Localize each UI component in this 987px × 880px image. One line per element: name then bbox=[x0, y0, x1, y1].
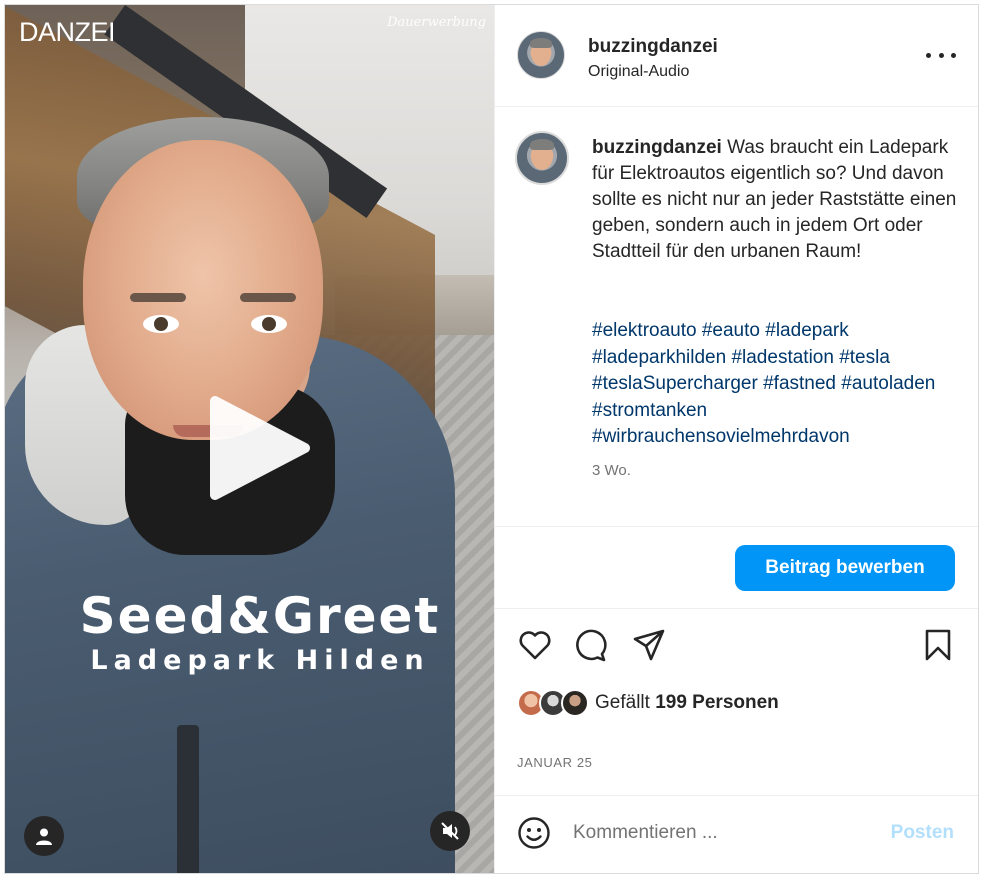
video-overlay-subtitle: Ladepark Hilden bbox=[90, 645, 430, 676]
muted-speaker-icon bbox=[441, 822, 459, 840]
user-tags-button[interactable] bbox=[24, 816, 64, 856]
hashtag-link[interactable]: #teslaSupercharger bbox=[592, 373, 758, 394]
likes-count[interactable]: 199 Personen bbox=[655, 692, 779, 713]
post-age: 3 Wo. bbox=[592, 462, 631, 479]
caption-text: buzzingdanzei Was braucht ein Ladepark f… bbox=[592, 135, 962, 265]
audio-label[interactable]: Original-Audio bbox=[588, 63, 689, 81]
ad-label: Dauerwerbung bbox=[387, 15, 486, 30]
post-video[interactable]: DANZEI Dauerwerbung Seed&Greet Ladepark … bbox=[5, 5, 494, 873]
caption-username[interactable]: buzzingdanzei bbox=[592, 137, 722, 158]
heart-icon[interactable] bbox=[517, 627, 553, 663]
hashtag-link[interactable]: #eauto bbox=[702, 320, 760, 341]
promote-section: Beitrag bewerben bbox=[495, 527, 978, 609]
comment-bar: Posten bbox=[495, 795, 978, 873]
user-tags-icon bbox=[36, 828, 52, 845]
instagram-post: DANZEI Dauerwerbung Seed&Greet Ladepark … bbox=[4, 4, 979, 874]
liker-avatars bbox=[517, 688, 593, 718]
comment-input[interactable] bbox=[573, 818, 863, 848]
avatar bbox=[561, 689, 589, 717]
hashtag-link[interactable]: #tesla bbox=[839, 347, 890, 368]
mute-button[interactable] bbox=[430, 811, 470, 851]
hashtag-link[interactable]: #autoladen bbox=[841, 373, 935, 394]
hashtag-link[interactable]: #elektroauto bbox=[592, 320, 697, 341]
author-username[interactable]: buzzingdanzei bbox=[588, 36, 718, 58]
comment-icon[interactable] bbox=[572, 627, 608, 663]
hashtag-link[interactable]: #ladepark bbox=[765, 320, 848, 341]
play-icon[interactable] bbox=[205, 393, 315, 503]
hashtag-link[interactable]: #ladeparkhilden bbox=[592, 347, 726, 368]
post-sidebar: buzzingdanzei Original-Audio buzzingdanz… bbox=[494, 5, 978, 873]
hashtag-link[interactable]: #fastned bbox=[763, 373, 836, 394]
caption-section: buzzingdanzei Was braucht ein Ladepark f… bbox=[495, 107, 978, 527]
brand-logo: DANZEI bbox=[19, 17, 116, 47]
share-icon[interactable] bbox=[631, 627, 667, 663]
emoji-icon[interactable] bbox=[517, 816, 551, 850]
post-date: JANUAR 25 bbox=[517, 755, 593, 770]
hashtag-link[interactable]: #stromtanken bbox=[592, 400, 707, 421]
promote-post-button[interactable]: Beitrag bewerben bbox=[735, 545, 955, 591]
hashtag-link[interactable]: #wirbrauchensovielmehrdavon bbox=[592, 426, 850, 447]
author-avatar[interactable] bbox=[517, 31, 565, 79]
caption-avatar[interactable] bbox=[515, 131, 569, 185]
hashtag-list: #elektroauto #eauto #ladepark #ladeparkh… bbox=[592, 318, 962, 451]
more-options-icon[interactable] bbox=[926, 45, 956, 65]
video-overlay-title: Seed&Greet bbox=[79, 587, 441, 645]
post-comment-button[interactable]: Posten bbox=[891, 822, 954, 844]
likes-text: Gefällt 199 Personen bbox=[595, 692, 779, 713]
likes-summary[interactable]: Gefällt 199 Personen bbox=[517, 686, 779, 720]
bookmark-icon[interactable] bbox=[920, 627, 956, 663]
post-header: buzzingdanzei Original-Audio bbox=[495, 5, 978, 107]
hashtag-link[interactable]: #ladestation bbox=[731, 347, 833, 368]
action-bar bbox=[517, 627, 956, 667]
